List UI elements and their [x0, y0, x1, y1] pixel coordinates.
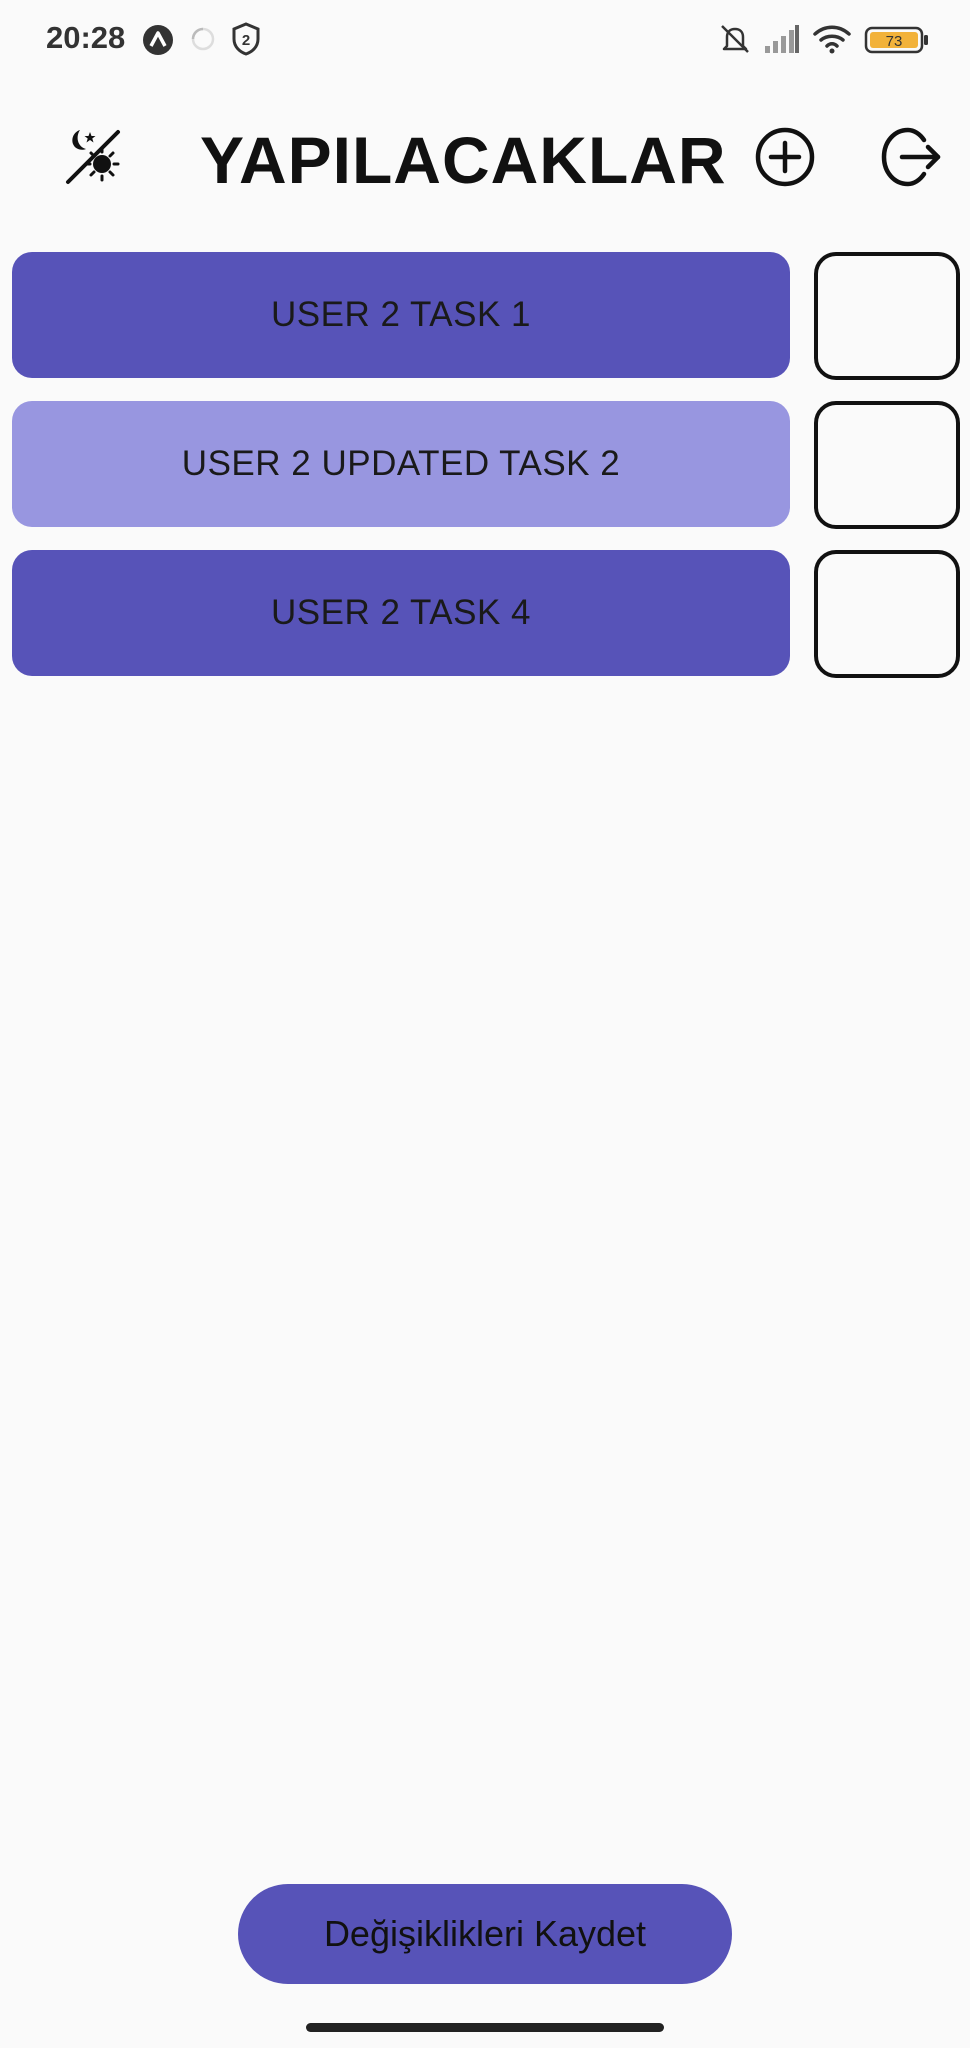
- loading-circle-icon: [190, 26, 216, 66]
- task-item[interactable]: USER 2 UPDATED TASK 2: [12, 401, 790, 527]
- shield-2-icon: 2: [232, 22, 260, 62]
- task-checkbox[interactable]: [814, 401, 960, 529]
- task-checkbox[interactable]: [814, 550, 960, 678]
- app-header: YAPILACAKLAR: [0, 100, 970, 220]
- theme-toggle-icon[interactable]: [62, 126, 124, 193]
- task-item[interactable]: USER 2 TASK 1: [12, 252, 790, 378]
- add-circle-icon[interactable]: [754, 126, 816, 193]
- battery-level: 73: [886, 33, 903, 50]
- silent-icon: [718, 22, 752, 62]
- a-badge-icon: [142, 24, 174, 64]
- save-changes-button[interactable]: Değişiklikleri Kaydet: [238, 1884, 732, 1984]
- shield-count: 2: [242, 32, 250, 49]
- page-title: YAPILACAKLAR: [200, 123, 727, 197]
- wifi-icon: [812, 22, 852, 62]
- task-row: USER 2 TASK 4: [12, 550, 962, 678]
- status-time: 20:28: [46, 20, 126, 55]
- signal-icon: [764, 24, 800, 64]
- logout-icon[interactable]: [880, 126, 944, 193]
- home-indicator[interactable]: [306, 2023, 664, 2032]
- task-checkbox[interactable]: [814, 252, 960, 380]
- battery-icon: 73: [864, 26, 930, 66]
- task-item[interactable]: USER 2 TASK 4: [12, 550, 790, 676]
- status-bar: 20:28 2 73: [0, 0, 970, 82]
- task-row: USER 2 UPDATED TASK 2: [12, 401, 962, 529]
- task-row: USER 2 TASK 1: [12, 252, 962, 380]
